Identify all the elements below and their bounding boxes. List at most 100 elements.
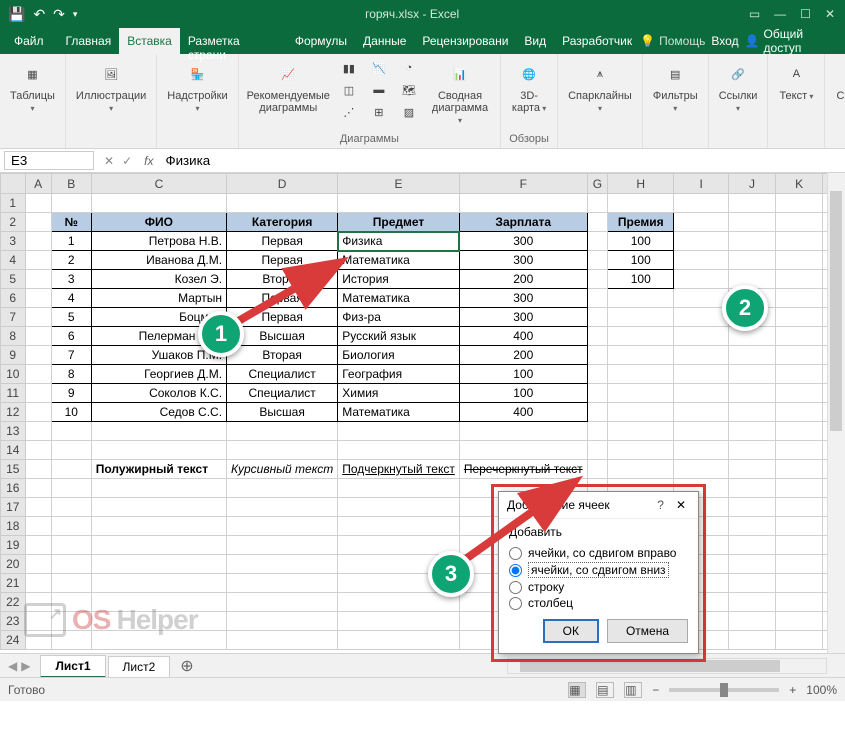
cell-D13[interactable]: [227, 422, 338, 441]
cell-C14[interactable]: [91, 441, 226, 460]
cell-K23[interactable]: [776, 612, 823, 631]
cell-D22[interactable]: [227, 593, 338, 612]
text-button[interactable]: AТекст: [774, 58, 818, 104]
cell-B19[interactable]: [51, 536, 91, 555]
cell-I5[interactable]: [674, 270, 729, 289]
cell-A4[interactable]: [25, 251, 51, 270]
cell-A19[interactable]: [25, 536, 51, 555]
cell-C21[interactable]: [91, 574, 226, 593]
cell-G12[interactable]: [587, 403, 608, 422]
cell-G6[interactable]: [587, 289, 608, 308]
cell-D15[interactable]: Курсивный текст: [227, 460, 338, 479]
cell-A1[interactable]: [25, 194, 51, 213]
cell-B2[interactable]: №: [51, 213, 91, 232]
row-header-15[interactable]: 15: [1, 460, 26, 479]
cell-D17[interactable]: [227, 498, 338, 517]
cell-G2[interactable]: [587, 213, 608, 232]
cell-D9[interactable]: Вторая: [227, 346, 338, 365]
cell-D10[interactable]: Специалист: [227, 365, 338, 384]
cell-B5[interactable]: 3: [51, 270, 91, 289]
cell-J10[interactable]: [728, 365, 775, 384]
cell-G8[interactable]: [587, 327, 608, 346]
cell-E16[interactable]: [338, 479, 460, 498]
cell-J13[interactable]: [728, 422, 775, 441]
cell-K24[interactable]: [776, 631, 823, 650]
cell-J21[interactable]: [728, 574, 775, 593]
cell-A13[interactable]: [25, 422, 51, 441]
cell-I4[interactable]: [674, 251, 729, 270]
cell-E8[interactable]: Русский язык: [338, 327, 460, 346]
cell-J2[interactable]: [728, 213, 775, 232]
col-header-G[interactable]: G: [587, 174, 608, 194]
share-button[interactable]: 👤Общий доступ: [745, 27, 839, 55]
cell-C11[interactable]: Соколов К.С.: [91, 384, 226, 403]
cell-C20[interactable]: [91, 555, 226, 574]
maximize-icon[interactable]: ☐: [800, 7, 811, 21]
cell-K18[interactable]: [776, 517, 823, 536]
row-header-9[interactable]: 9: [1, 346, 26, 365]
cell-I9[interactable]: [674, 346, 729, 365]
row-header-23[interactable]: 23: [1, 612, 26, 631]
cell-F4[interactable]: 300: [459, 251, 587, 270]
save-icon[interactable]: 💾: [8, 6, 25, 23]
row-header-12[interactable]: 12: [1, 403, 26, 422]
cell-I14[interactable]: [674, 441, 729, 460]
cell-I11[interactable]: [674, 384, 729, 403]
cell-G14[interactable]: [587, 441, 608, 460]
row-header-24[interactable]: 24: [1, 631, 26, 650]
cell-E10[interactable]: География: [338, 365, 460, 384]
cell-I6[interactable]: [674, 289, 729, 308]
3d-map-button[interactable]: 🌐3D-карта: [507, 58, 551, 116]
cell-I10[interactable]: [674, 365, 729, 384]
cell-K16[interactable]: [776, 479, 823, 498]
qat-customize-icon[interactable]: ▾: [73, 9, 78, 20]
statistic-chart-button[interactable]: ▬: [366, 80, 392, 100]
col-header-F[interactable]: F: [459, 174, 587, 194]
enter-formula-icon[interactable]: ✓: [122, 154, 132, 168]
recommended-charts-button[interactable]: 📈Рекомендуемые диаграммы: [245, 58, 332, 116]
cell-J16[interactable]: [728, 479, 775, 498]
cell-K5[interactable]: [776, 270, 823, 289]
cell-B9[interactable]: 7: [51, 346, 91, 365]
row-header-13[interactable]: 13: [1, 422, 26, 441]
cancel-formula-icon[interactable]: ✕: [104, 154, 114, 168]
cell-G5[interactable]: [587, 270, 608, 289]
cell-J19[interactable]: [728, 536, 775, 555]
cell-A17[interactable]: [25, 498, 51, 517]
cell-K14[interactable]: [776, 441, 823, 460]
cell-C1[interactable]: [91, 194, 226, 213]
cell-E19[interactable]: [338, 536, 460, 555]
cell-K13[interactable]: [776, 422, 823, 441]
row-header-1[interactable]: 1: [1, 194, 26, 213]
cell-F7[interactable]: 300: [459, 308, 587, 327]
cell-B18[interactable]: [51, 517, 91, 536]
cell-E2[interactable]: Предмет: [338, 213, 460, 232]
cell-B10[interactable]: 8: [51, 365, 91, 384]
cell-C5[interactable]: Козел Э.: [91, 270, 226, 289]
cell-D20[interactable]: [227, 555, 338, 574]
vertical-scrollbar[interactable]: [827, 173, 845, 653]
row-header-6[interactable]: 6: [1, 289, 26, 308]
cell-H5[interactable]: 100: [608, 270, 674, 289]
row-header-17[interactable]: 17: [1, 498, 26, 517]
cell-G9[interactable]: [587, 346, 608, 365]
cell-H1[interactable]: [608, 194, 674, 213]
cell-G11[interactable]: [587, 384, 608, 403]
cell-C3[interactable]: Петрова Н.В.: [91, 232, 226, 251]
cell-J11[interactable]: [728, 384, 775, 403]
cell-J4[interactable]: [728, 251, 775, 270]
ribbon-options-icon[interactable]: ▭: [749, 7, 760, 21]
cell-C13[interactable]: [91, 422, 226, 441]
zoom-out-button[interactable]: −: [652, 683, 659, 697]
cell-E15[interactable]: Подчеркнутый текст: [338, 460, 460, 479]
cell-A12[interactable]: [25, 403, 51, 422]
zoom-in-button[interactable]: +: [789, 683, 796, 697]
cell-K2[interactable]: [776, 213, 823, 232]
cell-A10[interactable]: [25, 365, 51, 384]
cell-D24[interactable]: [227, 631, 338, 650]
ok-button[interactable]: ОК: [543, 619, 599, 643]
cell-A15[interactable]: [25, 460, 51, 479]
cell-G1[interactable]: [587, 194, 608, 213]
select-all-button[interactable]: [1, 174, 26, 194]
tables-button[interactable]: ▦Таблицы: [6, 58, 59, 116]
